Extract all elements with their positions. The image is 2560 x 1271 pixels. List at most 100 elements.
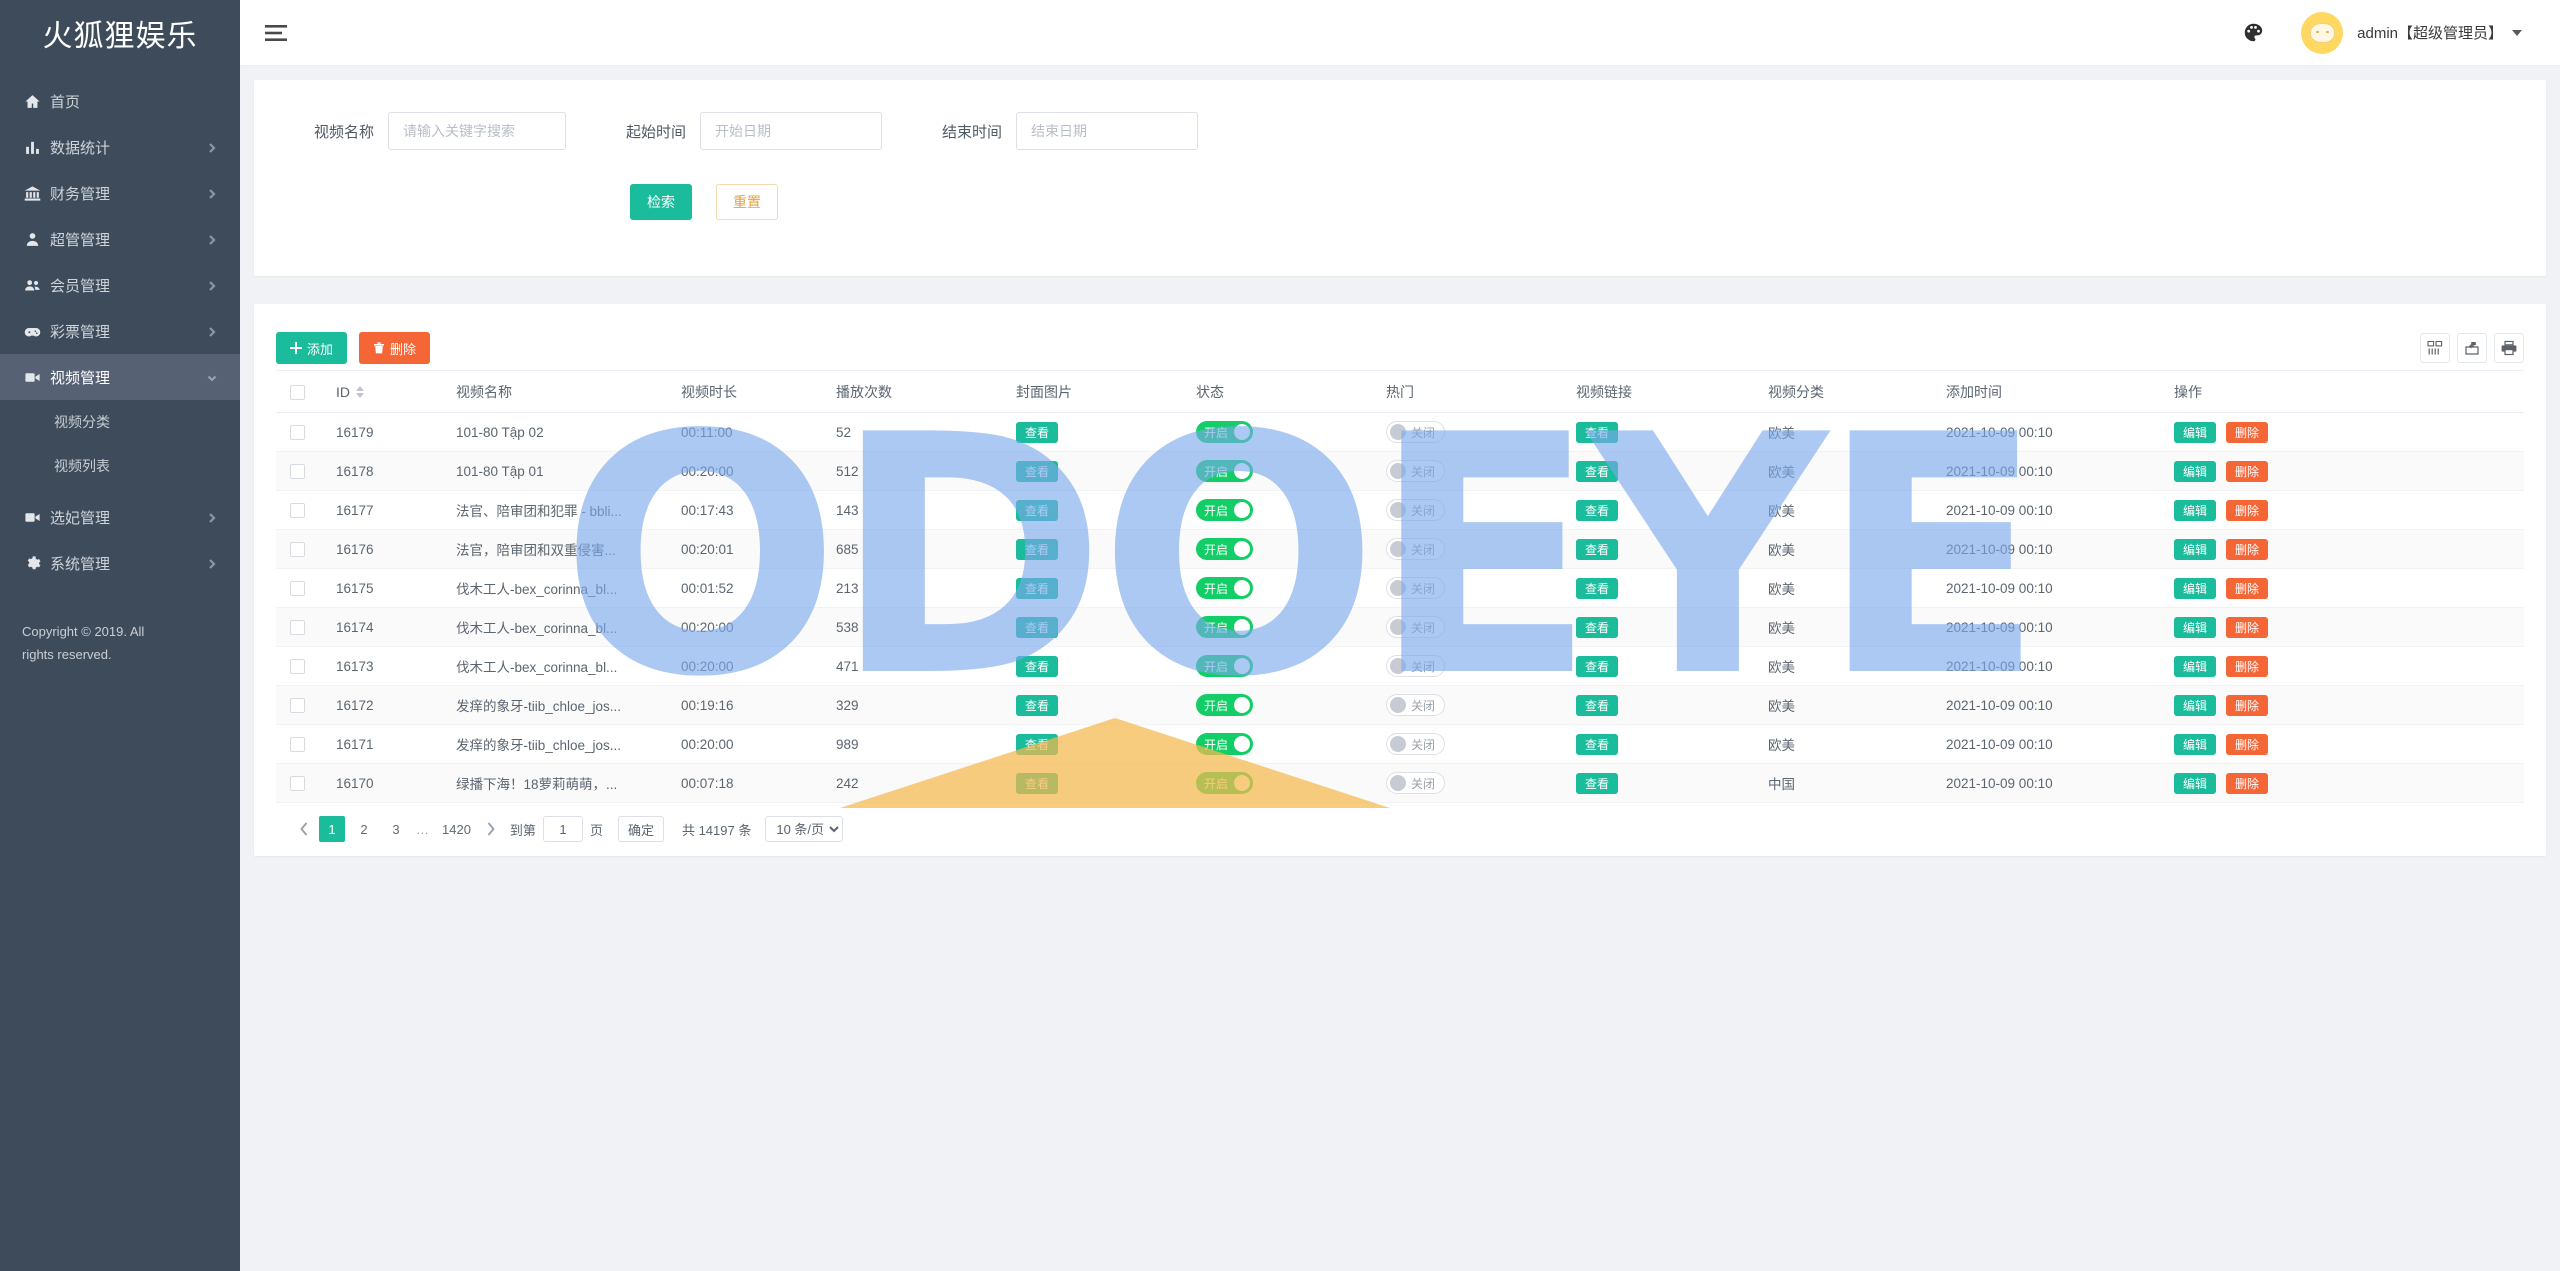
status-toggle[interactable]: 开启 <box>1196 655 1254 677</box>
hot-toggle[interactable]: 关闭 <box>1386 538 1446 560</box>
edit-button[interactable]: 编辑 <box>2174 655 2217 677</box>
view-link-button[interactable]: 查看 <box>1576 772 1619 794</box>
sidebar-item-finance[interactable]: 财务管理 <box>0 170 240 216</box>
sidebar-item-statistics[interactable]: 数据统计 <box>0 124 240 170</box>
view-link-button[interactable]: 查看 <box>1576 499 1619 521</box>
view-cover-button[interactable]: 查看 <box>1016 655 1059 677</box>
edit-button[interactable]: 编辑 <box>2174 421 2217 443</box>
hot-toggle[interactable]: 关闭 <box>1386 655 1446 677</box>
delete-row-button[interactable]: 删除 <box>2226 421 2269 443</box>
row-checkbox[interactable] <box>290 619 305 635</box>
status-toggle[interactable]: 开启 <box>1196 499 1254 521</box>
row-checkbox[interactable] <box>290 424 305 440</box>
view-cover-button[interactable]: 查看 <box>1016 733 1059 755</box>
status-toggle[interactable]: 开启 <box>1196 772 1254 794</box>
delete-row-button[interactable]: 删除 <box>2226 538 2269 560</box>
row-checkbox[interactable] <box>290 697 305 713</box>
jump-confirm-button[interactable]: 确定 <box>617 816 664 842</box>
view-cover-button[interactable]: 查看 <box>1016 694 1059 716</box>
edit-button[interactable]: 编辑 <box>2174 694 2217 716</box>
search-button[interactable]: 检索 <box>630 184 692 220</box>
columns-icon[interactable] <box>2420 333 2450 363</box>
status-toggle[interactable]: 开启 <box>1196 460 1254 482</box>
edit-button[interactable]: 编辑 <box>2174 538 2217 560</box>
view-link-button[interactable]: 查看 <box>1576 577 1619 599</box>
page-button-1[interactable]: 1 <box>319 816 345 842</box>
hot-toggle[interactable]: 关闭 <box>1386 733 1446 755</box>
view-link-button[interactable]: 查看 <box>1576 538 1619 560</box>
sidebar-item-system[interactable]: 系统管理 <box>0 540 240 586</box>
sidebar-item-members[interactable]: 会员管理 <box>0 262 240 308</box>
row-checkbox[interactable] <box>290 580 305 596</box>
menu-icon[interactable] <box>250 0 302 66</box>
status-toggle[interactable]: 开启 <box>1196 616 1254 638</box>
page-size-select[interactable]: 10 条/页 <box>765 816 844 842</box>
reset-button[interactable]: 重置 <box>716 184 778 220</box>
row-checkbox[interactable] <box>290 775 305 791</box>
sidebar-item-video-category[interactable]: 视频分类 <box>0 400 240 444</box>
edit-button[interactable]: 编辑 <box>2174 460 2217 482</box>
page-button-2[interactable]: 2 <box>351 816 377 842</box>
row-checkbox[interactable] <box>290 463 305 479</box>
view-link-button[interactable]: 查看 <box>1576 694 1619 716</box>
page-button-3[interactable]: 3 <box>383 816 409 842</box>
select-all-checkbox[interactable] <box>290 384 305 400</box>
view-link-button[interactable]: 查看 <box>1576 733 1619 755</box>
view-cover-button[interactable]: 查看 <box>1016 460 1059 482</box>
sidebar-item-admin[interactable]: 超管管理 <box>0 216 240 262</box>
print-icon[interactable] <box>2494 333 2524 363</box>
delete-row-button[interactable]: 删除 <box>2226 694 2269 716</box>
delete-row-button[interactable]: 删除 <box>2226 460 2269 482</box>
search-input[interactable] <box>388 112 567 150</box>
delete-button[interactable]: 删除 <box>359 332 431 364</box>
hot-toggle[interactable]: 关闭 <box>1386 460 1446 482</box>
sort-icon[interactable] <box>356 385 364 398</box>
next-page-button[interactable] <box>479 816 503 842</box>
delete-row-button[interactable]: 删除 <box>2226 772 2269 794</box>
status-toggle[interactable]: 开启 <box>1196 538 1254 560</box>
view-link-button[interactable]: 查看 <box>1576 655 1619 677</box>
user-menu[interactable]: admin【超级管理员】 <box>2301 11 2522 54</box>
row-checkbox[interactable] <box>290 658 305 674</box>
edit-button[interactable]: 编辑 <box>2174 772 2217 794</box>
sidebar-item-video-management[interactable]: 视频管理 <box>0 354 240 400</box>
hot-toggle[interactable]: 关闭 <box>1386 694 1446 716</box>
row-checkbox[interactable] <box>290 502 305 518</box>
delete-row-button[interactable]: 删除 <box>2226 733 2269 755</box>
edit-button[interactable]: 编辑 <box>2174 577 2217 599</box>
status-toggle[interactable]: 开启 <box>1196 577 1254 599</box>
delete-row-button[interactable]: 删除 <box>2226 577 2269 599</box>
view-cover-button[interactable]: 查看 <box>1016 421 1059 443</box>
hot-toggle[interactable]: 关闭 <box>1386 616 1446 638</box>
sidebar-item-home[interactable]: 首页 <box>0 78 240 124</box>
hot-toggle[interactable]: 关闭 <box>1386 772 1446 794</box>
sidebar-item-selection[interactable]: 选妃管理 <box>0 494 240 540</box>
view-link-button[interactable]: 查看 <box>1576 616 1619 638</box>
palette-icon[interactable] <box>2233 13 2273 53</box>
end-date-input[interactable] <box>1016 112 1199 150</box>
view-cover-button[interactable]: 查看 <box>1016 577 1059 599</box>
view-cover-button[interactable]: 查看 <box>1016 499 1059 521</box>
edit-button[interactable]: 编辑 <box>2174 499 2217 521</box>
column-id[interactable]: ID <box>322 370 442 413</box>
sidebar-item-video-list[interactable]: 视频列表 <box>0 444 240 488</box>
status-toggle[interactable]: 开启 <box>1196 694 1254 716</box>
view-link-button[interactable]: 查看 <box>1576 460 1619 482</box>
add-button[interactable]: 添加 <box>276 332 348 364</box>
delete-row-button[interactable]: 删除 <box>2226 655 2269 677</box>
status-toggle[interactable]: 开启 <box>1196 421 1254 443</box>
delete-row-button[interactable]: 删除 <box>2226 616 2269 638</box>
export-icon[interactable] <box>2457 333 2487 363</box>
sidebar-item-lottery[interactable]: 彩票管理 <box>0 308 240 354</box>
status-toggle[interactable]: 开启 <box>1196 733 1254 755</box>
row-checkbox[interactable] <box>290 541 305 557</box>
hot-toggle[interactable]: 关闭 <box>1386 499 1446 521</box>
hot-toggle[interactable]: 关闭 <box>1386 421 1446 443</box>
edit-button[interactable]: 编辑 <box>2174 616 2217 638</box>
view-cover-button[interactable]: 查看 <box>1016 616 1059 638</box>
page-button-last[interactable]: 1420 <box>437 816 476 842</box>
edit-button[interactable]: 编辑 <box>2174 733 2217 755</box>
row-checkbox[interactable] <box>290 736 305 752</box>
start-date-input[interactable] <box>700 112 883 150</box>
view-link-button[interactable]: 查看 <box>1576 421 1619 443</box>
